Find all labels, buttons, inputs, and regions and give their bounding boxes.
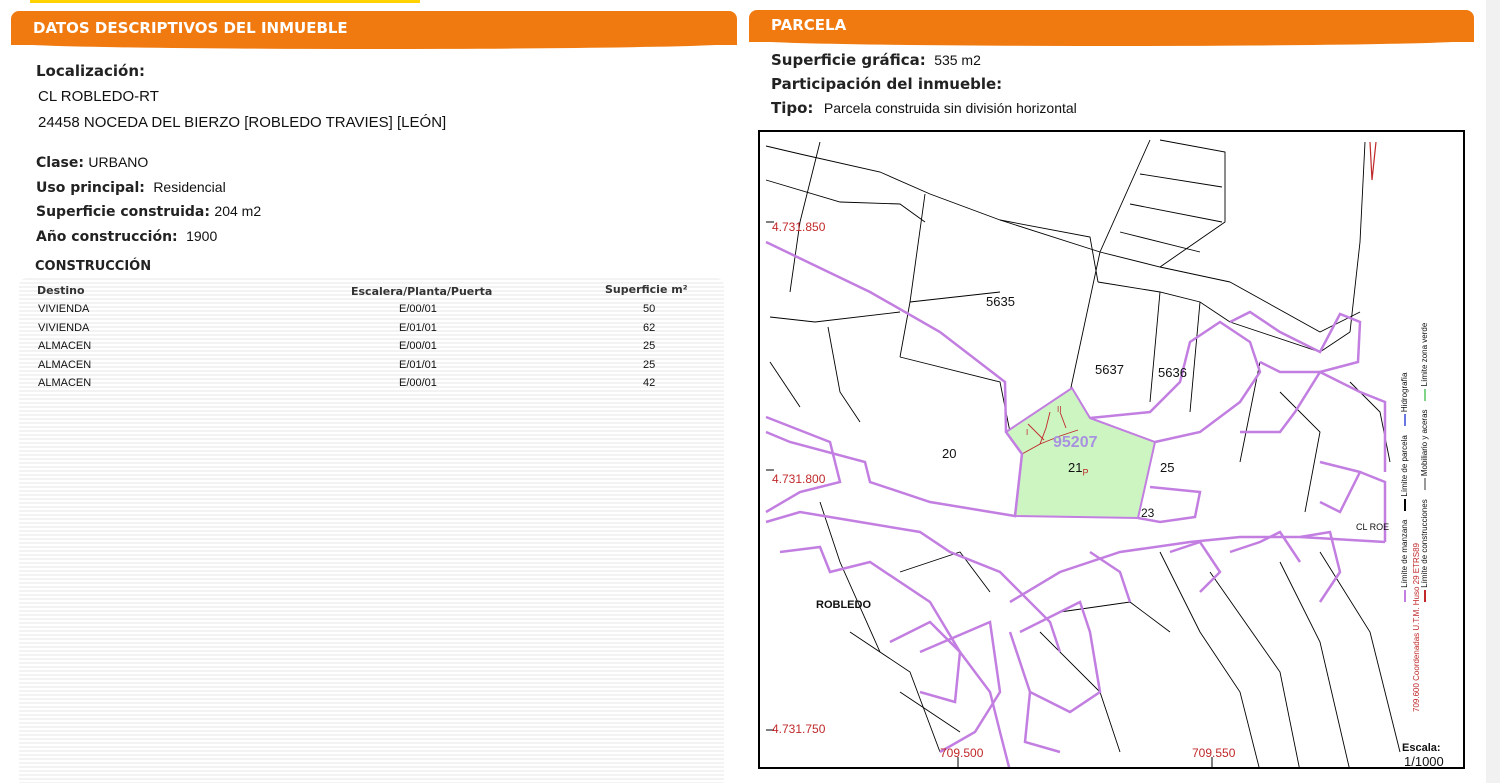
scrollbar[interactable]	[1486, 0, 1500, 783]
x-coord-left: 709.500	[940, 746, 984, 760]
sup-grafica-value: 535 m2	[934, 52, 981, 68]
cell-superficie: 25	[643, 340, 656, 352]
section-header-parcela: PARCELA	[749, 10, 1474, 46]
col-header-superficie: Superficie m²	[605, 283, 688, 296]
sup-grafica-row: Superficie gráfica: 535 m2	[771, 51, 981, 70]
table-row: ALMACEN E/00/01 42	[19, 377, 724, 393]
legend-parcela-swatch	[1403, 498, 1406, 511]
legend-mobiliario-swatch	[1423, 478, 1426, 491]
anio-value: 1900	[186, 228, 218, 244]
parcel-label-5635: 5635	[986, 294, 1015, 309]
coord-system-label: 709.600 Coordenadas U.T.M. Huso 29 ETRS8…	[1412, 543, 1421, 712]
parcel-21-sub: P	[1082, 467, 1089, 478]
legend-zona-verde: Límite zona verde	[1420, 322, 1429, 387]
clase-value: URBANO	[88, 154, 149, 170]
tipo-value: Parcela construida sin división horizont…	[823, 100, 1077, 116]
uso-row: Uso principal: Residencial	[36, 179, 226, 197]
legend-mobiliario: Mobiliario y aceras	[1420, 409, 1429, 477]
cell-destino: ALMACEN	[38, 377, 92, 389]
legend-hidrografia: Hidrografía	[1400, 372, 1409, 413]
scale-label: Escala:	[1402, 742, 1441, 754]
superficie-value: 204 m2	[214, 203, 262, 219]
localizacion-label: Localización:	[36, 62, 146, 80]
section-header-datos: DATOS DESCRIPTIVOS DEL INMUEBLE	[11, 11, 737, 49]
cell-escalera: E/00/01	[399, 377, 437, 389]
col-header-escalera: Escalera/Planta/Puerta	[351, 285, 493, 298]
place-label: ROBLEDO	[816, 599, 871, 611]
tipo-row: Tipo: Parcela construida sin división ho…	[771, 99, 1077, 118]
legend-col-2: Límite de construcciones Mobiliario y ac…	[1420, 323, 1429, 602]
col-header-destino: Destino	[37, 284, 85, 297]
parcel-label-20: 20	[942, 446, 957, 461]
section-title: DATOS DESCRIPTIVOS DEL INMUEBLE	[33, 19, 348, 37]
legend-zona-verde-swatch	[1423, 388, 1426, 401]
block-label-i: I	[1026, 428, 1029, 437]
legend-manzana: Límite de manzana	[1400, 519, 1409, 588]
cell-superficie: 50	[643, 303, 656, 315]
top-accent-bar	[30, 0, 420, 3]
scale-value: 1/1000	[1404, 754, 1444, 769]
cell-superficie: 25	[643, 358, 656, 371]
clase-label: Clase:	[36, 155, 84, 171]
parcel-number: 95207	[1053, 434, 1098, 451]
parcel-label-23: 23	[1141, 506, 1155, 520]
table-row: ALMACEN E/00/01 25	[19, 340, 724, 356]
construccion-title: CONSTRUCCIÓN	[35, 259, 152, 274]
block-label-ii: II	[1057, 405, 1062, 414]
table-row: VIVIENDA E/00/01 50	[19, 303, 724, 319]
cell-destino: ALMACEN	[38, 340, 92, 352]
parcel-label-5636: 5636	[1158, 365, 1187, 380]
y-coord-middle: 4.731.800	[772, 472, 826, 486]
cell-escalera: E/01/01	[399, 321, 437, 334]
table-row: ALMACEN E/01/01 25	[19, 359, 724, 375]
cell-escalera: E/00/01	[399, 340, 437, 352]
uso-value: Residencial	[153, 179, 226, 195]
anio-label: Año construcción:	[36, 229, 178, 245]
street-label: CL ROE	[1356, 522, 1390, 532]
cell-escalera: E/01/01	[399, 358, 437, 371]
cell-superficie: 62	[643, 321, 656, 334]
cell-escalera: E/00/01	[399, 303, 437, 315]
parcel-label-5637: 5637	[1095, 362, 1124, 377]
parcel-label-21: 21P	[1068, 460, 1088, 478]
cell-destino: VIVIENDA	[38, 321, 90, 334]
map-drawing	[765, 139, 1401, 767]
tipo-label: Tipo:	[771, 99, 814, 117]
legend-construcciones: Límite de construcciones	[1420, 499, 1429, 588]
legend-col-1: Límite de manzana Límite de parcela Hidr…	[1400, 373, 1409, 602]
construccion-table: Destino Escalera/Planta/Puerta Superfici…	[19, 278, 724, 783]
clase-row: Clase: URBANO	[36, 154, 148, 172]
y-coord-bottom: 4.731.750	[772, 722, 826, 736]
cadastral-map[interactable]: 4.731.850 4.731.800 4.731.750 709.500 70…	[758, 130, 1465, 769]
parcel-label-25: 25	[1160, 460, 1175, 475]
anio-row: Año construcción: 1900	[36, 228, 217, 246]
y-coord-top: 4.731.850	[772, 220, 826, 234]
cell-superficie: 42	[643, 377, 656, 389]
cell-destino: ALMACEN	[38, 358, 92, 371]
legend-manzana-swatch	[1403, 590, 1406, 602]
uso-label: Uso principal:	[36, 180, 145, 196]
superficie-label: Superficie construida:	[36, 204, 210, 220]
table-row: VIVIENDA E/01/01 62	[19, 322, 724, 338]
participacion-label: Participación del inmueble:	[771, 75, 1003, 93]
address-line-1: CL ROBLEDO-RT	[38, 88, 159, 105]
sup-grafica-label: Superficie gráfica:	[771, 51, 926, 69]
x-coord-right: 709.550	[1192, 746, 1236, 760]
legend-parcela: Límite de parcela	[1400, 435, 1409, 497]
legend-construcciones-swatch	[1423, 590, 1426, 602]
cell-destino: VIVIENDA	[38, 303, 90, 315]
legend-hidrografia-swatch	[1403, 414, 1406, 427]
superficie-row: Superficie construida: 204 m2	[36, 203, 261, 221]
address-line-2: 24458 NOCEDA DEL BIERZO [ROBLEDO TRAVIES…	[38, 114, 447, 131]
section-title-parcela: PARCELA	[771, 16, 847, 34]
parcel-21-number: 21	[1068, 460, 1083, 475]
